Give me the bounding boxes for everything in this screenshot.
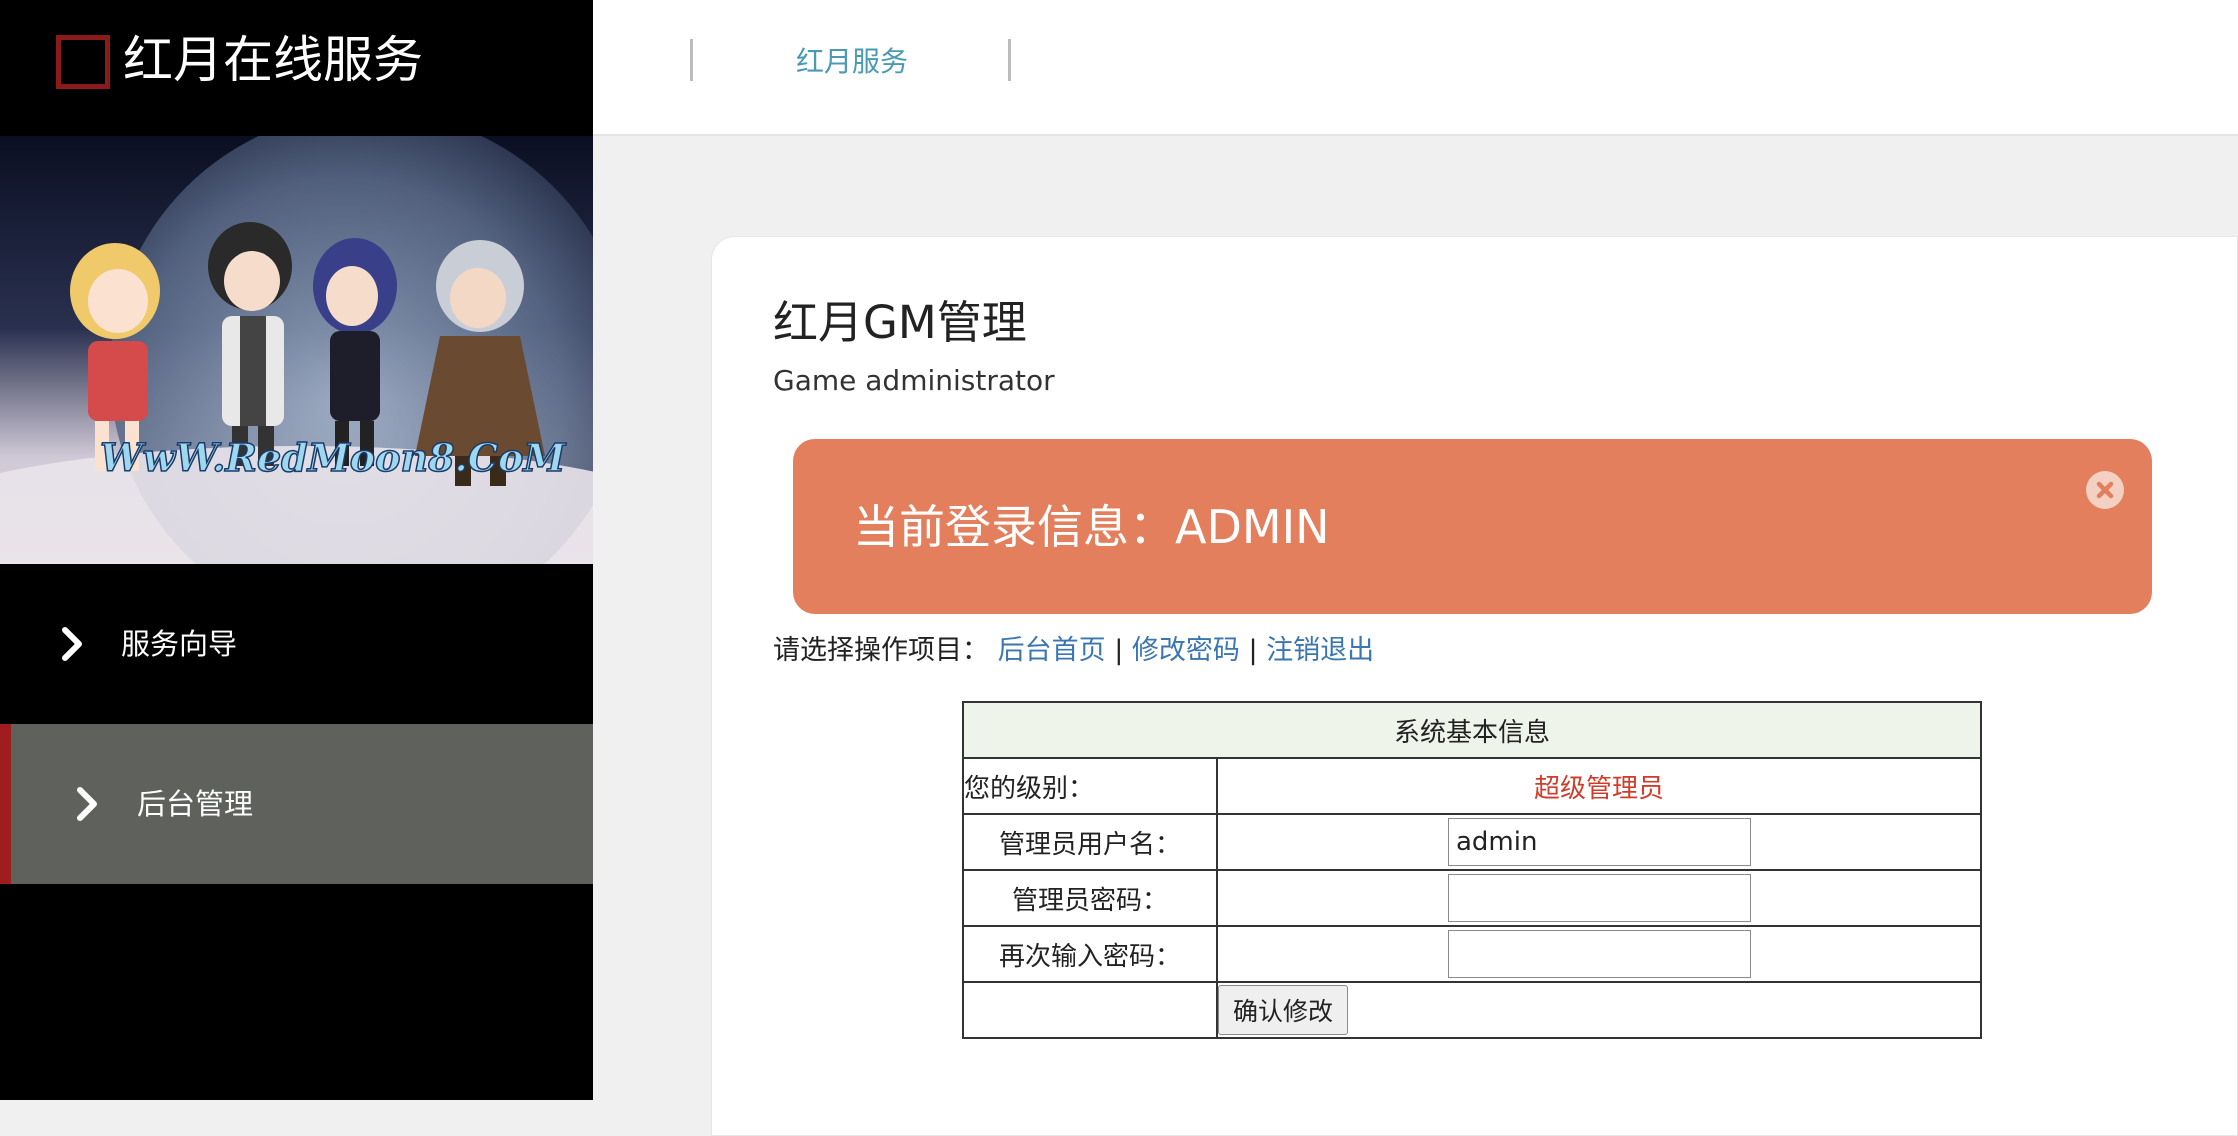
username-label: 管理员用户名： <box>962 813 1218 871</box>
confirm-change-button[interactable]: 确认修改 <box>1218 985 1349 1035</box>
password-label: 管理员密码： <box>962 869 1218 927</box>
chevron-right-icon <box>77 787 97 821</box>
chevron-right-icon <box>62 627 82 661</box>
link-change-password[interactable]: 修改密码 <box>1132 635 1240 666</box>
alert-text: 当前登录信息：ADMIN <box>853 500 1330 554</box>
page-subtitle: Game administrator <box>773 364 1055 397</box>
divider <box>690 39 693 81</box>
level-value: 超级管理员 <box>1216 757 1982 815</box>
brand-title: 红月在线服务 <box>123 31 423 89</box>
table-row: 管理员用户名： <box>962 813 1982 871</box>
sidebar-item-label: 后台管理 <box>137 787 254 821</box>
brand: 红月在线服务 <box>0 0 593 136</box>
confirm-password-label: 再次输入密码： <box>962 925 1218 983</box>
empty-cell <box>962 981 1218 1039</box>
system-info-table: 系统基本信息 您的级别： 超级管理员 管理员用户名： 管理员密码： 再次输入密码… <box>962 701 1982 1039</box>
sidebar-item-admin[interactable]: 后台管理 <box>0 724 593 884</box>
link-admin-home[interactable]: 后台首页 <box>998 635 1106 666</box>
banner-watermark: WwW.RedMoon8.CoM <box>100 435 566 480</box>
page-title: 红月GM管理 <box>773 296 1027 349</box>
logo-square-icon <box>56 35 110 89</box>
password-input[interactable] <box>1448 874 1751 922</box>
sidebar-item-label: 服务向导 <box>121 627 238 661</box>
close-icon <box>2096 481 2114 499</box>
topbar-link-service[interactable]: 红月服务 <box>796 40 908 84</box>
table-row: 您的级别： 超级管理员 <box>962 757 1982 815</box>
close-button[interactable] <box>2086 471 2124 509</box>
active-indicator <box>0 724 11 884</box>
link-logout[interactable]: 注销退出 <box>1266 635 1374 666</box>
link-separator: | <box>1114 635 1124 666</box>
username-cell <box>1216 813 1982 871</box>
ops-prompt: 请选择操作项目： <box>773 635 989 666</box>
table-row: 系统基本信息 <box>962 701 1982 759</box>
operation-links: 请选择操作项目： 后台首页 | 修改密码 | 注销退出 <box>773 629 1374 673</box>
link-separator: | <box>1248 635 1258 666</box>
table-row: 确认修改 <box>962 981 1982 1039</box>
login-info-alert: 当前登录信息：ADMIN <box>793 439 2152 614</box>
top-bar: 红月服务 <box>593 0 2238 136</box>
banner-image: WwW.RedMoon8.CoM <box>0 136 593 564</box>
table-row: 管理员密码： <box>962 869 1982 927</box>
username-input[interactable] <box>1448 818 1751 866</box>
password-cell <box>1216 869 1982 927</box>
confirm-password-cell <box>1216 925 1982 983</box>
banner-illustration: WwW.RedMoon8.CoM <box>0 136 593 564</box>
level-label: 您的级别： <box>962 757 1218 815</box>
divider <box>1008 39 1011 81</box>
table-row: 再次输入密码： <box>962 925 1982 983</box>
submit-cell: 确认修改 <box>1216 981 1982 1039</box>
sidebar: 红月在线服务 WwW.RedMoon8.CoM 服务向导 后台管理 <box>0 0 593 1100</box>
sidebar-item-guide[interactable]: 服务向导 <box>0 564 593 724</box>
main-card: 红月GM管理 Game administrator 当前登录信息：ADMIN 请… <box>711 236 2238 1136</box>
table-heading: 系统基本信息 <box>962 701 1982 759</box>
confirm-password-input[interactable] <box>1448 930 1751 978</box>
